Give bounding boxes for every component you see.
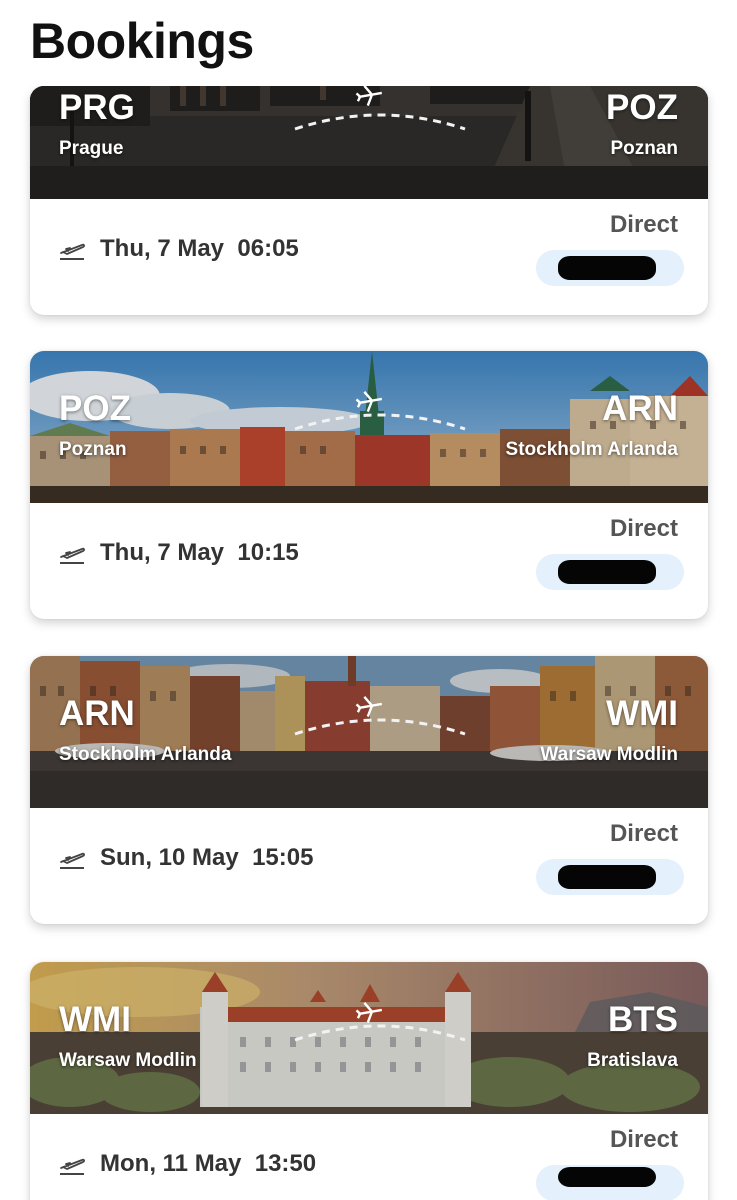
departure-date: Thu, 7 May: [100, 235, 225, 262]
departure-datetime: Thu, 7 May 06:05: [100, 235, 299, 263]
booking-reference-badge[interactable]: E: [536, 250, 684, 286]
stops-label: Direct: [609, 211, 678, 238]
booking-details: Sun, 10 May 15:05 Direct E: [30, 808, 708, 924]
booking-banner: ARN Stockholm Arlanda WMI Warsaw Modlin: [30, 656, 708, 808]
destination-city: Poznan: [610, 138, 678, 159]
booking-details: Thu, 7 May 06:05 Direct E: [30, 199, 708, 315]
booking-reference-badge[interactable]: [536, 1165, 684, 1200]
destination-code: POZ: [606, 88, 678, 127]
booking-reference-badge[interactable]: E: [536, 859, 684, 895]
booking-card[interactable]: WMI Warsaw Modlin BTS Bratislava Mon, 11…: [30, 962, 708, 1200]
flight-takeoff-icon: [60, 547, 85, 564]
redaction-mark: [558, 256, 656, 280]
flight-route-arc: [294, 391, 466, 431]
destination-code: BTS: [608, 1000, 678, 1039]
flight-route-arc: [294, 1002, 466, 1042]
airplane-icon: [355, 696, 383, 717]
flight-takeoff-icon: [60, 1158, 85, 1175]
booking-card[interactable]: POZ Poznan ARN Stockholm Arlanda Thu, 7 …: [30, 351, 708, 619]
origin-city: Poznan: [59, 439, 127, 460]
stops-label: Direct: [609, 1126, 678, 1153]
origin-code: WMI: [59, 1000, 131, 1039]
origin-city: Stockholm Arlanda: [59, 744, 232, 765]
departure-datetime: Mon, 11 May 13:50: [100, 1150, 316, 1178]
departure-datetime: Thu, 7 May 10:15: [100, 539, 299, 567]
booking-details: Thu, 7 May 10:15 Direct A Q: [30, 503, 708, 619]
booking-reference-badge[interactable]: A Q: [536, 554, 684, 590]
redaction-mark: [558, 865, 656, 889]
bookings-list[interactable]: PRG Prague POZ Poznan Thu, 7 May 06:05 D…: [0, 86, 737, 1200]
departure-date: Sun, 10 May: [100, 844, 239, 871]
redaction-mark: [558, 560, 656, 584]
departure-date: Mon, 11 May: [100, 1150, 242, 1177]
stops-label: Direct: [609, 820, 678, 847]
booking-banner: PRG Prague POZ Poznan: [30, 86, 708, 199]
flight-route-arc: [294, 696, 466, 736]
destination-code: WMI: [606, 694, 678, 733]
flight-takeoff-icon: [60, 243, 85, 260]
departure-date: Thu, 7 May: [100, 539, 225, 566]
airplane-icon: [355, 1002, 383, 1023]
origin-city: Warsaw Modlin: [59, 1050, 197, 1071]
flight-route-arc: [294, 86, 466, 131]
destination-city: Bratislava: [587, 1050, 678, 1071]
flight-takeoff-icon: [60, 852, 85, 869]
destination-city: Stockholm Arlanda: [505, 439, 678, 460]
booking-card[interactable]: ARN Stockholm Arlanda WMI Warsaw Modlin …: [30, 656, 708, 924]
stops-label: Direct: [609, 515, 678, 542]
origin-code: POZ: [59, 389, 131, 428]
booking-card[interactable]: PRG Prague POZ Poznan Thu, 7 May 06:05 D…: [30, 86, 708, 315]
airplane-icon: [355, 86, 383, 106]
airplane-icon: [355, 391, 383, 412]
departure-time: 10:15: [237, 539, 299, 566]
departure-time: 06:05: [237, 235, 299, 262]
booking-banner: WMI Warsaw Modlin BTS Bratislava: [30, 962, 708, 1114]
booking-banner: POZ Poznan ARN Stockholm Arlanda: [30, 351, 708, 503]
origin-city: Prague: [59, 138, 124, 159]
departure-time: 13:50: [254, 1150, 317, 1177]
origin-code: ARN: [59, 694, 135, 733]
origin-code: PRG: [59, 88, 135, 127]
redaction-mark: [558, 1167, 656, 1187]
destination-code: ARN: [602, 389, 678, 428]
departure-datetime: Sun, 10 May 15:05: [100, 844, 313, 872]
booking-details: Mon, 11 May 13:50 Direct: [30, 1114, 708, 1200]
destination-city: Warsaw Modlin: [540, 744, 678, 765]
departure-time: 15:05: [252, 844, 314, 871]
page-title: Bookings: [30, 13, 254, 69]
